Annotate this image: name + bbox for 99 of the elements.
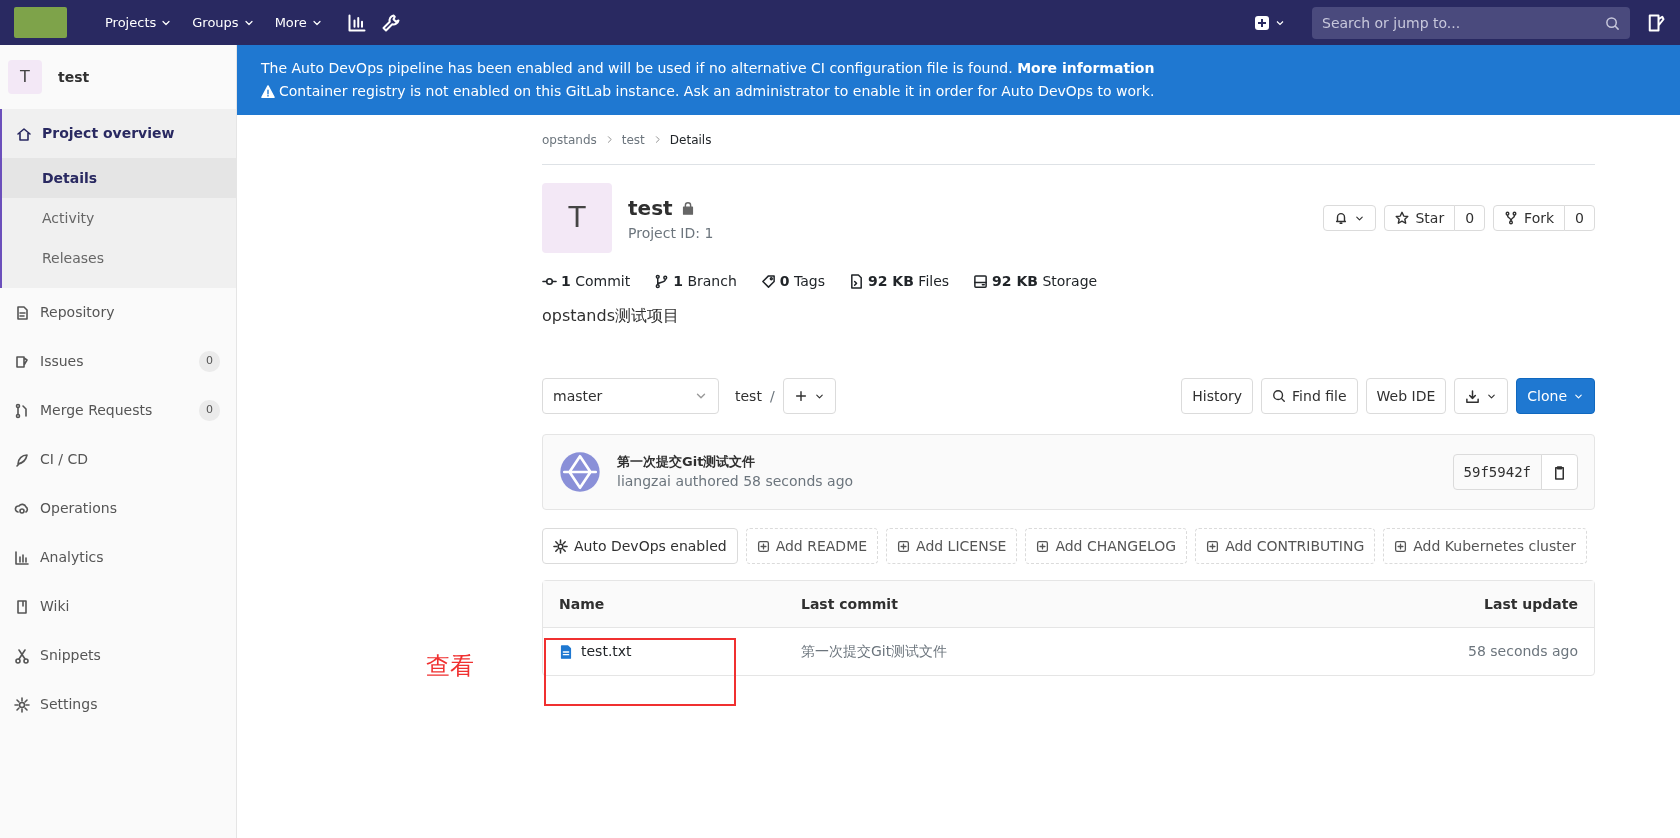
sidebar-item[interactable]: Repository (0, 288, 236, 337)
todo-icon[interactable] (1646, 12, 1666, 33)
project-avatar: T (542, 183, 612, 253)
book-icon (14, 598, 30, 615)
project-id: Project ID: 1 (628, 223, 715, 243)
add-dropdown[interactable] (782, 378, 836, 414)
sidebar-item[interactable]: Merge Requests 0 (0, 386, 236, 435)
tag-icon (760, 274, 776, 289)
commit-title[interactable]: 第一次提交Git测试文件 (617, 451, 1453, 472)
clipboard-icon (1552, 464, 1567, 480)
project-avatar: T (8, 60, 42, 94)
sidebar-subitem[interactable]: Details (2, 158, 236, 198)
file-icon (849, 274, 864, 289)
file-icon (559, 644, 573, 659)
nav-menu[interactable]: Projects (95, 12, 183, 33)
fork-icon (1504, 211, 1519, 225)
sidebar-subitem[interactable]: Releases (2, 238, 236, 278)
search-field[interactable]: Search or jump to... (1312, 6, 1630, 39)
stat-link[interactable]: 1 Branch (654, 271, 737, 292)
path-separator: / (769, 386, 775, 406)
count-button[interactable]: 0 (1564, 205, 1595, 231)
home-icon (16, 125, 32, 142)
branch-dropdown[interactable]: master (542, 378, 719, 414)
toolbar-button[interactable]: Web IDE (1365, 378, 1447, 414)
warning-message: Container registry is not enabled on this GitLab instance. Ask an administrator to enable it in order for Auto DevOps to work. (279, 82, 1155, 101)
download-dropdown[interactable] (1454, 378, 1509, 414)
project-title: test (628, 194, 673, 222)
project-name[interactable]: test (58, 66, 90, 88)
breadcrumb-link[interactable]: Details (669, 130, 712, 149)
banner-message: The Auto DevOps pipeline has been enabled and will be used if no alternative CI configuration file is found. More information (261, 59, 1156, 78)
column-header: Name (559, 594, 606, 614)
add-file-button[interactable]: Add LICENSE (886, 528, 1018, 564)
merge-request-icon (14, 402, 30, 419)
plus-square-icon (1206, 539, 1220, 553)
download-icon (1465, 388, 1481, 404)
fork-button[interactable]: Fork (1493, 205, 1566, 231)
add-file-button[interactable]: Add CHANGELOG (1025, 528, 1188, 564)
document-icon (14, 304, 30, 321)
file-link[interactable]: test.txt (581, 641, 632, 662)
sidebar-item[interactable]: Issues 0 (0, 337, 236, 386)
stat-link[interactable]: 92 KB Storage (973, 271, 1098, 292)
sidebar-item[interactable]: Analytics (0, 533, 236, 582)
sidebar-item[interactable]: Settings (0, 680, 236, 729)
plus-square-icon (1254, 14, 1270, 31)
bar-chart-icon (14, 549, 30, 566)
star-button[interactable]: Star (1384, 205, 1456, 231)
sidebar-item[interactable]: Snippets (0, 631, 236, 680)
photo-placeholder (14, 7, 67, 38)
toolbar-button[interactable]: History (1181, 378, 1254, 414)
warning-icon (261, 84, 275, 99)
add-file-button[interactable]: Add CONTRIBUTING (1195, 528, 1376, 564)
plus-square-icon (756, 539, 770, 553)
more-information-link[interactable]: More information (1017, 60, 1155, 76)
bar-chart-icon[interactable] (346, 12, 367, 33)
commit-author: liangzai authored 58 seconds ago (617, 472, 855, 492)
column-header: Last update (1483, 594, 1578, 614)
stat-link[interactable]: 92 KB Files (849, 271, 950, 292)
count-button[interactable]: 0 (1454, 205, 1486, 231)
plus-square-icon (1036, 539, 1050, 553)
wrench-icon[interactable] (380, 12, 401, 33)
count-badge: 0 (199, 351, 220, 372)
nav-menu[interactable]: More (264, 12, 333, 33)
sidebar-subitem[interactable]: Activity (2, 198, 236, 238)
path-text: test (735, 386, 762, 406)
stat-link[interactable]: 1 Commit (542, 271, 631, 292)
column-header: Last commit (801, 594, 898, 614)
star-icon (1395, 211, 1410, 225)
plus-icon (793, 389, 808, 403)
copy-button[interactable] (1541, 454, 1578, 490)
notification-button[interactable] (1323, 205, 1377, 231)
add-file-button[interactable]: Add README (745, 528, 879, 564)
storage-icon (973, 274, 989, 289)
plus-square-icon (1394, 539, 1408, 553)
scissors-icon (14, 647, 30, 664)
breadcrumb-link[interactable]: opstands (542, 130, 597, 149)
sidebar-item[interactable]: Wiki (0, 582, 236, 631)
annotation-label: 查看 (426, 651, 474, 682)
toolbar-button[interactable]: Find file (1261, 378, 1358, 414)
auto-devops-button[interactable]: Auto DevOps enabled (542, 528, 738, 564)
add-file-button[interactable]: Add Kubernetes cluster (1383, 528, 1588, 564)
plus-square-icon (897, 539, 911, 553)
avatar-icon (559, 451, 601, 493)
search-icon (1605, 15, 1620, 31)
count-badge: 0 (199, 400, 220, 421)
stat-link[interactable]: 0 Tags (760, 271, 825, 292)
sidebar-item[interactable]: CI / CD (0, 435, 236, 484)
sidebar-item[interactable]: Operations (0, 484, 236, 533)
clone-button[interactable]: Clone (1516, 378, 1595, 414)
bell-icon (1334, 211, 1349, 225)
issues-icon (14, 353, 30, 370)
lock-icon (680, 200, 695, 215)
commit-message-cell[interactable]: 第一次提交Git测试文件 (801, 641, 948, 662)
commit-sha: 59f5942f (1452, 454, 1542, 490)
breadcrumb-link[interactable]: test (621, 130, 645, 149)
nav-menu[interactable]: Groups (182, 12, 265, 33)
project-description: opstands测试项目 (542, 305, 680, 327)
branch-icon (654, 274, 670, 289)
updated-cell-text: 58 seconds ago (1467, 642, 1578, 661)
search-icon (1272, 389, 1287, 403)
